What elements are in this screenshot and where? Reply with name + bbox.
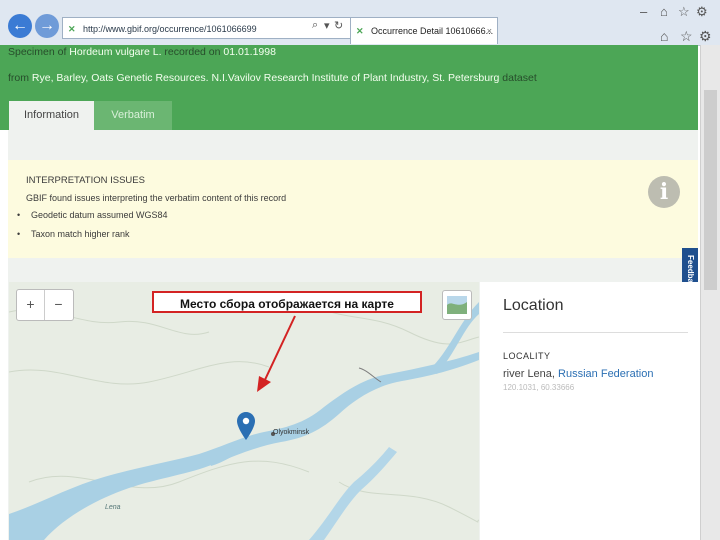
map-annotation: Место сбора отображается на карте [152,291,422,313]
tab-verbatim[interactable]: Verbatim [94,101,172,130]
layers-icon [447,296,467,314]
site-icon: ✕ [68,24,76,34]
location-marker-icon[interactable] [237,412,255,440]
coordinates: 120.1031, 60.33666 [503,383,575,392]
title-mid: recorded on [161,46,224,58]
minimize-icon[interactable]: – [640,4,647,19]
home-icon[interactable]: ⌂ [660,4,668,19]
location-panel [480,282,698,540]
address-bar[interactable]: ✕ http://www.gbif.org/occurrence/1061066… [62,17,352,39]
star-icon[interactable]: ☆ [680,28,693,45]
tab-information[interactable]: Information [9,101,94,130]
tab-close-icon[interactable]: × [487,18,492,44]
favorites-icon[interactable]: ☆ [678,4,690,20]
forward-button[interactable]: → [35,14,59,38]
info-icon: i [648,176,680,208]
issue-item: Geodetic datum assumed WGS84 [31,210,168,220]
river-bend [309,447,397,540]
zoom-control: + − [16,289,74,321]
issues-description: GBIF found issues interpreting the verba… [26,193,287,203]
settings-icon[interactable]: ⚙ [696,4,708,20]
browser-tab[interactable]: ✕ Occurrence Detail 10610666... × [350,17,498,44]
zoom-out-button[interactable]: − [45,290,72,320]
issue-item: Taxon match higher rank [31,229,130,239]
location-title: Location [503,297,564,314]
bullet-icon: • [17,229,21,239]
record-date: 01.01.1998 [223,46,276,58]
map-canvas [9,301,479,540]
map-layers-button[interactable] [442,290,472,320]
species-link[interactable]: Hordeum vulgare L. [69,46,161,58]
record-title: Specimen of Hordeum vulgare L. recorded … [8,46,276,58]
map-place-label: Olyokminsk [273,429,310,436]
country-link[interactable]: Russian Federation [558,368,653,380]
map[interactable]: Olyokminsk Lena [9,282,479,540]
tab-title: Occurrence Detail 10610666... [371,26,494,36]
locality-text: river Lena, [503,368,555,380]
zoom-in-button[interactable]: + [17,290,45,320]
map-river-label: Lena [105,504,121,511]
annotation-arrow [257,315,296,392]
home-icon[interactable]: ⌂ [660,28,668,44]
search-icon[interactable]: ⌕ [312,19,318,32]
locality-label: LOCALITY [503,351,551,361]
source-prefix: from [8,72,32,84]
issues-title: INTERPRETATION ISSUES [26,175,145,186]
record-source: from Rye, Barley, Oats Genetic Resources… [8,72,537,84]
tab-favicon-icon: ✕ [356,26,364,36]
refresh-icon[interactable]: ↻ [334,19,343,32]
address-text: http://www.gbif.org/occurrence/106106669… [83,24,257,34]
locality-value: river Lena, Russian Federation [503,368,653,380]
dataset-link[interactable]: Rye, Barley, Oats Genetic Resources. N.I… [32,72,499,84]
scrollbar-thumb[interactable] [704,90,717,290]
bullet-icon: • [17,210,21,220]
gear-icon[interactable]: ⚙ [699,28,712,45]
back-button[interactable]: ← [8,14,32,38]
scrollbar[interactable] [700,45,720,540]
title-prefix: Specimen of [8,46,70,58]
dropdown-icon[interactable]: ▾ [324,19,330,32]
source-suffix: dataset [499,72,537,84]
divider [503,332,688,333]
